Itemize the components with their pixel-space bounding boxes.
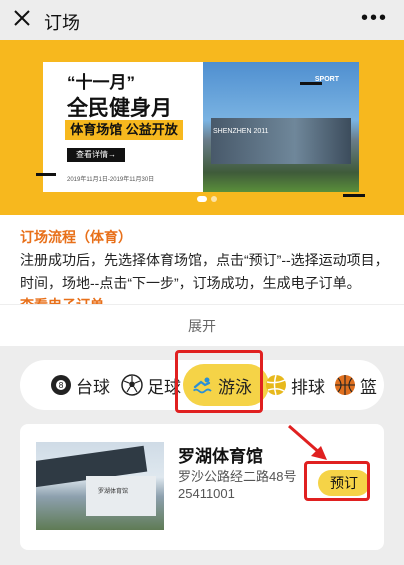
carousel-dot[interactable] xyxy=(211,196,217,202)
booking-flow-heading: 订场流程（体育） xyxy=(20,229,132,245)
venue-photo-caption: 罗湖体育馆 xyxy=(98,489,129,495)
venue-building xyxy=(86,476,156,516)
venue-photo: 罗湖体育馆 xyxy=(36,442,164,530)
more-options-icon[interactable]: ••• xyxy=(361,8,388,28)
stadium-photo: SHENZHEN 2011 SPORT xyxy=(203,62,359,192)
booking-flow-text: 注册成功后，先选择体育场馆，点击“预订”--选择运动项目，时间，场地--点击“下… xyxy=(20,252,389,291)
pointer-arrow-icon xyxy=(288,424,327,460)
stadium-building xyxy=(211,118,351,164)
expand-button[interactable]: 展开 xyxy=(0,304,404,346)
volleyball-icon xyxy=(266,374,286,396)
carousel-dot-active[interactable] xyxy=(197,196,207,202)
decor-stripe xyxy=(300,82,322,85)
venue-address: 罗沙公路经二路48号 xyxy=(178,469,297,484)
promo-banner[interactable]: “十一月” 全民健身月 体育场馆 公益开放 查看详情→ 2019年11月1日-2… xyxy=(0,40,404,215)
category-billiards[interactable]: 8 台球 xyxy=(50,360,110,410)
basketball-icon xyxy=(335,375,355,395)
svg-text:8: 8 xyxy=(58,381,63,390)
page-title: 订场 xyxy=(44,13,80,33)
order-heading-partial: 查看电子订单 xyxy=(20,295,104,304)
venue-phone: 25411001 xyxy=(178,486,235,501)
top-bar: 订场 ••• xyxy=(0,0,404,40)
category-basketball[interactable]: 篮 xyxy=(334,360,377,410)
booking-flow-section: 订场流程（体育） 注册成功后，先选择体育场馆，点击“预订”--选择运动项目，时间… xyxy=(0,215,404,304)
soccer-icon xyxy=(121,374,143,396)
carousel-indicator xyxy=(197,196,217,202)
banner-date: 2019年11月1日-2019年11月30日 xyxy=(67,177,155,183)
banner-headline: 全民健身月 xyxy=(67,97,172,120)
banner-text-panel: “十一月” 全民健身月 体育场馆 公益开放 查看详情→ 2019年11月1日-2… xyxy=(43,62,203,192)
category-label: 排球 xyxy=(291,377,325,397)
decor-stripe xyxy=(343,194,365,197)
stadium-sign: SHENZHEN 2011 xyxy=(213,128,269,135)
banner-quote: “十一月” xyxy=(67,73,135,92)
decor-stripe xyxy=(36,173,56,176)
close-icon[interactable] xyxy=(12,8,32,28)
category-soccer[interactable]: 足球 xyxy=(121,360,181,410)
category-label: 台球 xyxy=(76,377,110,397)
category-label: 篮 xyxy=(360,377,377,397)
highlight-box-swimming xyxy=(175,350,263,413)
billiards-icon: 8 xyxy=(51,375,71,395)
venue-name: 罗湖体育馆 xyxy=(178,447,263,466)
banner-detail-button[interactable]: 查看详情→ xyxy=(67,148,125,162)
banner-tagline: 体育场馆 公益开放 xyxy=(65,120,183,140)
category-volleyball[interactable]: 排球 xyxy=(265,360,325,410)
